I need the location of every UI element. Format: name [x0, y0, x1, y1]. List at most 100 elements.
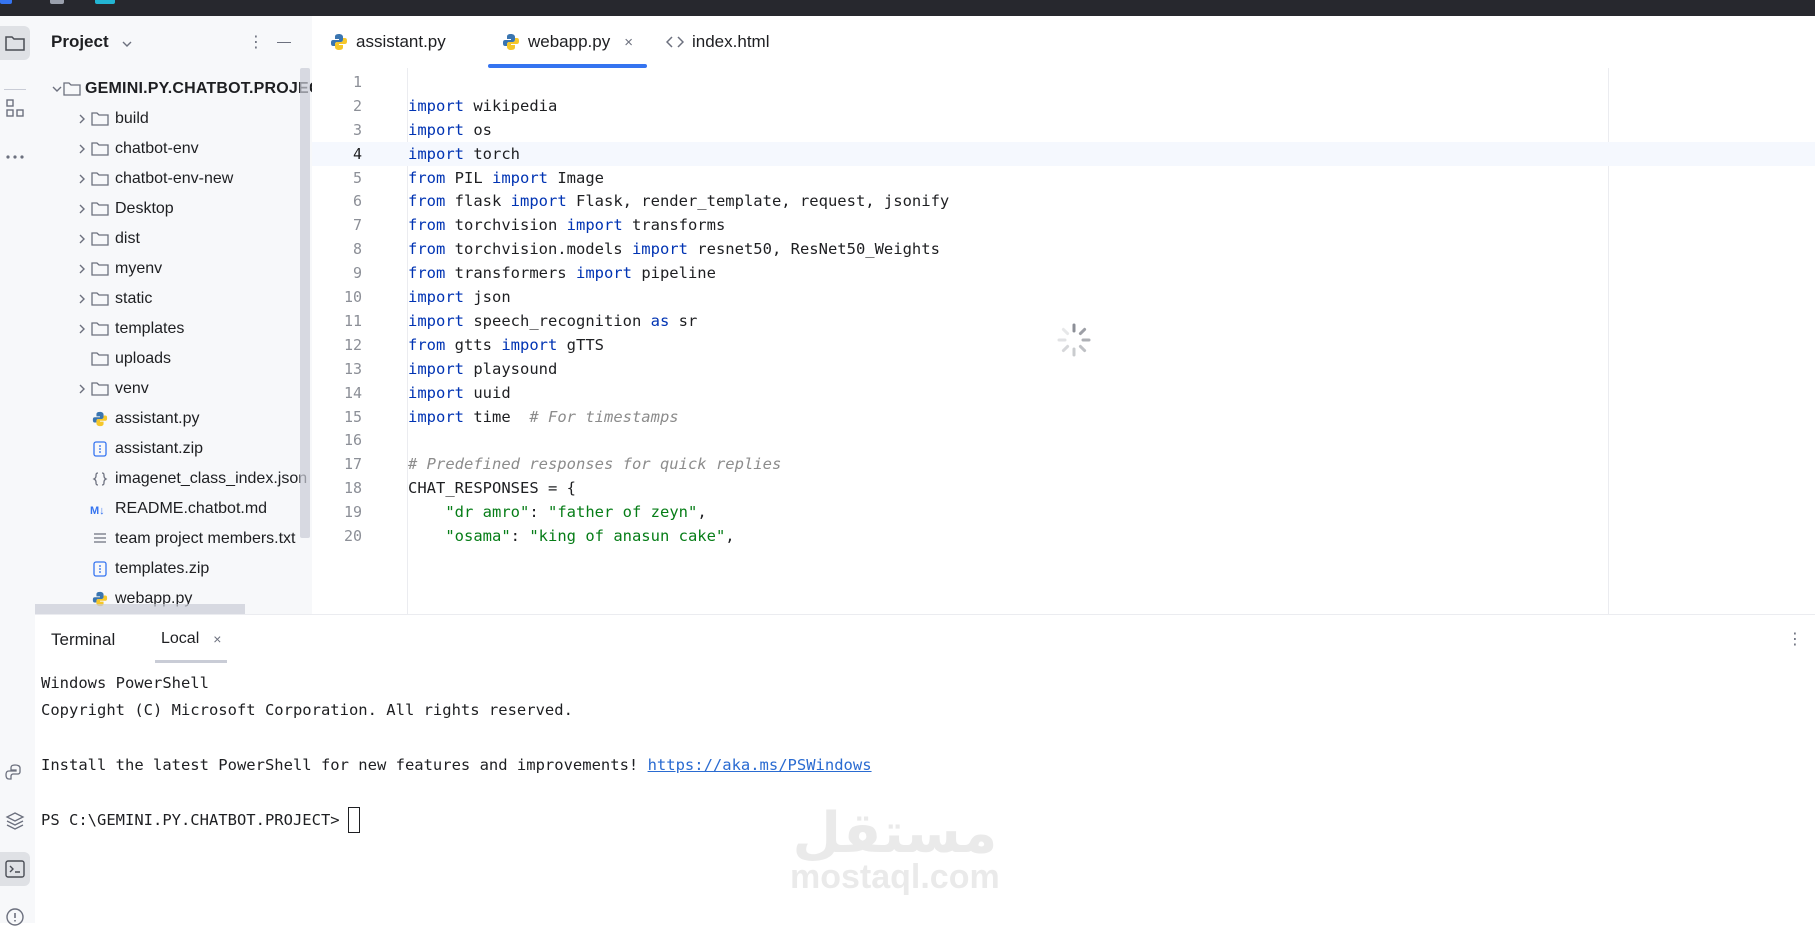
code-text: from PIL import Image	[408, 168, 604, 187]
watermark-arabic: مستقل	[792, 801, 998, 866]
markdown-icon: M↓	[89, 502, 111, 516]
tree-item-label: build	[115, 110, 149, 127]
problems-tool-button[interactable]	[0, 900, 30, 934]
tree-item-label: myenv	[115, 260, 163, 277]
code-text: from torchvision import transforms	[408, 216, 726, 235]
code-line[interactable]: 16	[312, 429, 1815, 453]
folder-icon	[89, 201, 111, 217]
code-line[interactable]: 7 from torchvision import transforms	[312, 213, 1815, 237]
chevron-right-icon[interactable]	[75, 383, 89, 395]
line-number: 13	[343, 359, 362, 378]
windows-icon[interactable]	[0, 0, 12, 4]
code-text: "osama": "king of anasun cake",	[445, 527, 735, 546]
close-icon[interactable]: ×	[624, 34, 633, 51]
tree-horizontal-scrollbar[interactable]	[35, 604, 245, 614]
folder-icon	[89, 291, 111, 307]
tree-item-label: assistant.py	[115, 410, 200, 427]
chevron-right-icon[interactable]	[75, 323, 89, 335]
python-icon	[89, 411, 111, 427]
code-line[interactable]: 18 CHAT_RESPONSES = {	[312, 476, 1815, 500]
powershell-link[interactable]: https://aka.ms/PSWindows	[648, 756, 872, 774]
chevron-right-icon[interactable]	[75, 293, 89, 305]
structure-tool-button[interactable]	[0, 91, 30, 125]
chevron-right-icon[interactable]	[75, 203, 89, 215]
folder-icon	[63, 81, 81, 97]
terminal-tab-local[interactable]: Local ×	[155, 615, 228, 663]
watermark-latin: mostaql.com	[790, 858, 1000, 896]
code-text: import json	[408, 288, 511, 307]
chevron-down-icon[interactable]	[51, 84, 63, 94]
code-line[interactable]: 3 import os	[312, 118, 1815, 142]
code-line[interactable]: 10 import json	[312, 285, 1815, 309]
tree-item[interactable]: templates.zip	[35, 554, 352, 584]
code-line[interactable]: 20 "osama": "king of anasun cake",	[312, 524, 1815, 548]
terminal-prompt-line[interactable]: PS C:\GEMINI.PY.CHATBOT.PROJECT>	[41, 806, 872, 833]
line-number: 7	[352, 216, 362, 235]
code-line[interactable]: 14 import uuid	[312, 381, 1815, 405]
folder-icon	[89, 141, 111, 157]
code-editor[interactable]: 1 2 import wikipedia 3 import os 4 import torc…	[312, 68, 1815, 614]
code-line[interactable]: 15 import time # For timestamps	[312, 405, 1815, 429]
line-number: 6	[352, 192, 362, 211]
tree-item-label: imagenet_class_index.json	[115, 470, 308, 487]
tree-root-folder[interactable]: GEMINI.PY.CHATBOT.PROJECT	[35, 74, 328, 104]
terminal-output[interactable]: Windows PowerShell Copyright (C) Microso…	[41, 669, 872, 833]
code-line[interactable]: 2 import wikipedia	[312, 94, 1815, 118]
line-number: 5	[352, 168, 362, 187]
more-horizontal-icon	[6, 155, 24, 159]
structure-icon	[6, 99, 24, 117]
chevron-right-icon[interactable]	[75, 233, 89, 245]
terminal-options-kebab-icon[interactable]: ⋮	[1787, 629, 1803, 649]
project-tool-button[interactable]	[0, 26, 30, 60]
chevron-right-icon[interactable]	[75, 113, 89, 125]
code-line[interactable]: 19 "dr amro": "father of zeyn",	[312, 500, 1815, 524]
zip-icon	[89, 561, 111, 577]
terminal-header: Terminal Local × ⋮	[35, 615, 1815, 663]
tab-webapp-py[interactable]: webapp.py ×	[488, 16, 647, 68]
terminal-tool-button[interactable]	[0, 852, 30, 886]
project-panel-header: Project ⋮	[35, 16, 312, 68]
code-line[interactable]: 5 from PIL import Image	[312, 166, 1815, 190]
options-kebab-icon[interactable]: ⋮	[248, 32, 264, 52]
code-line[interactable]: 8 from torchvision.models import resnet50…	[312, 237, 1815, 261]
menu-icon[interactable]	[50, 0, 64, 4]
mostaql-watermark: مستقل mostaql.com	[790, 801, 1000, 896]
app-icon[interactable]	[95, 0, 115, 4]
python-icon	[330, 33, 348, 51]
line-number: 4	[352, 144, 362, 163]
terminal-icon	[5, 860, 25, 878]
project-panel-title[interactable]: Project	[51, 32, 109, 52]
terminal-title[interactable]: Terminal	[51, 630, 115, 650]
code-line[interactable]: 1	[312, 70, 1815, 94]
code-line[interactable]: 9 from transformers import pipeline	[312, 261, 1815, 285]
chevron-right-icon[interactable]	[75, 143, 89, 155]
line-number: 12	[343, 335, 362, 354]
minimize-icon[interactable]	[277, 42, 291, 43]
code-line[interactable]: 6 from flask import Flask, render_templat…	[312, 190, 1815, 214]
chevron-right-icon[interactable]	[75, 263, 89, 275]
tab-index-html[interactable]: index.html	[666, 16, 769, 68]
tree-item-label: chatbot-env	[115, 140, 199, 157]
code-line[interactable]: 4 import torch	[312, 141, 1815, 166]
folder-icon	[89, 171, 111, 187]
chevron-down-icon[interactable]	[121, 36, 133, 54]
terminal-line: Windows PowerShell	[41, 673, 209, 692]
services-tool-button[interactable]	[0, 804, 30, 838]
chevron-right-icon[interactable]	[75, 173, 89, 185]
tree-vertical-scrollbar[interactable]	[300, 68, 310, 538]
more-tools-button[interactable]	[0, 140, 30, 174]
terminal-tab-label: Local	[161, 630, 200, 647]
project-panel: Project ⋮ GEMINI.PY.CHATBOT.PROJECT buil…	[35, 16, 328, 616]
code-text: from gtts import gTTS	[408, 335, 604, 354]
close-icon[interactable]: ×	[213, 631, 221, 647]
folder-icon	[89, 381, 111, 397]
tab-label: webapp.py	[528, 32, 611, 51]
folder-icon	[89, 261, 111, 277]
tab-assistant-py[interactable]: assistant.py	[330, 16, 446, 68]
code-line[interactable]: 17 # Predefined responses for quick repli…	[312, 452, 1815, 476]
python-console-button[interactable]	[0, 756, 30, 790]
folder-icon	[89, 321, 111, 337]
line-number: 18	[343, 479, 362, 498]
